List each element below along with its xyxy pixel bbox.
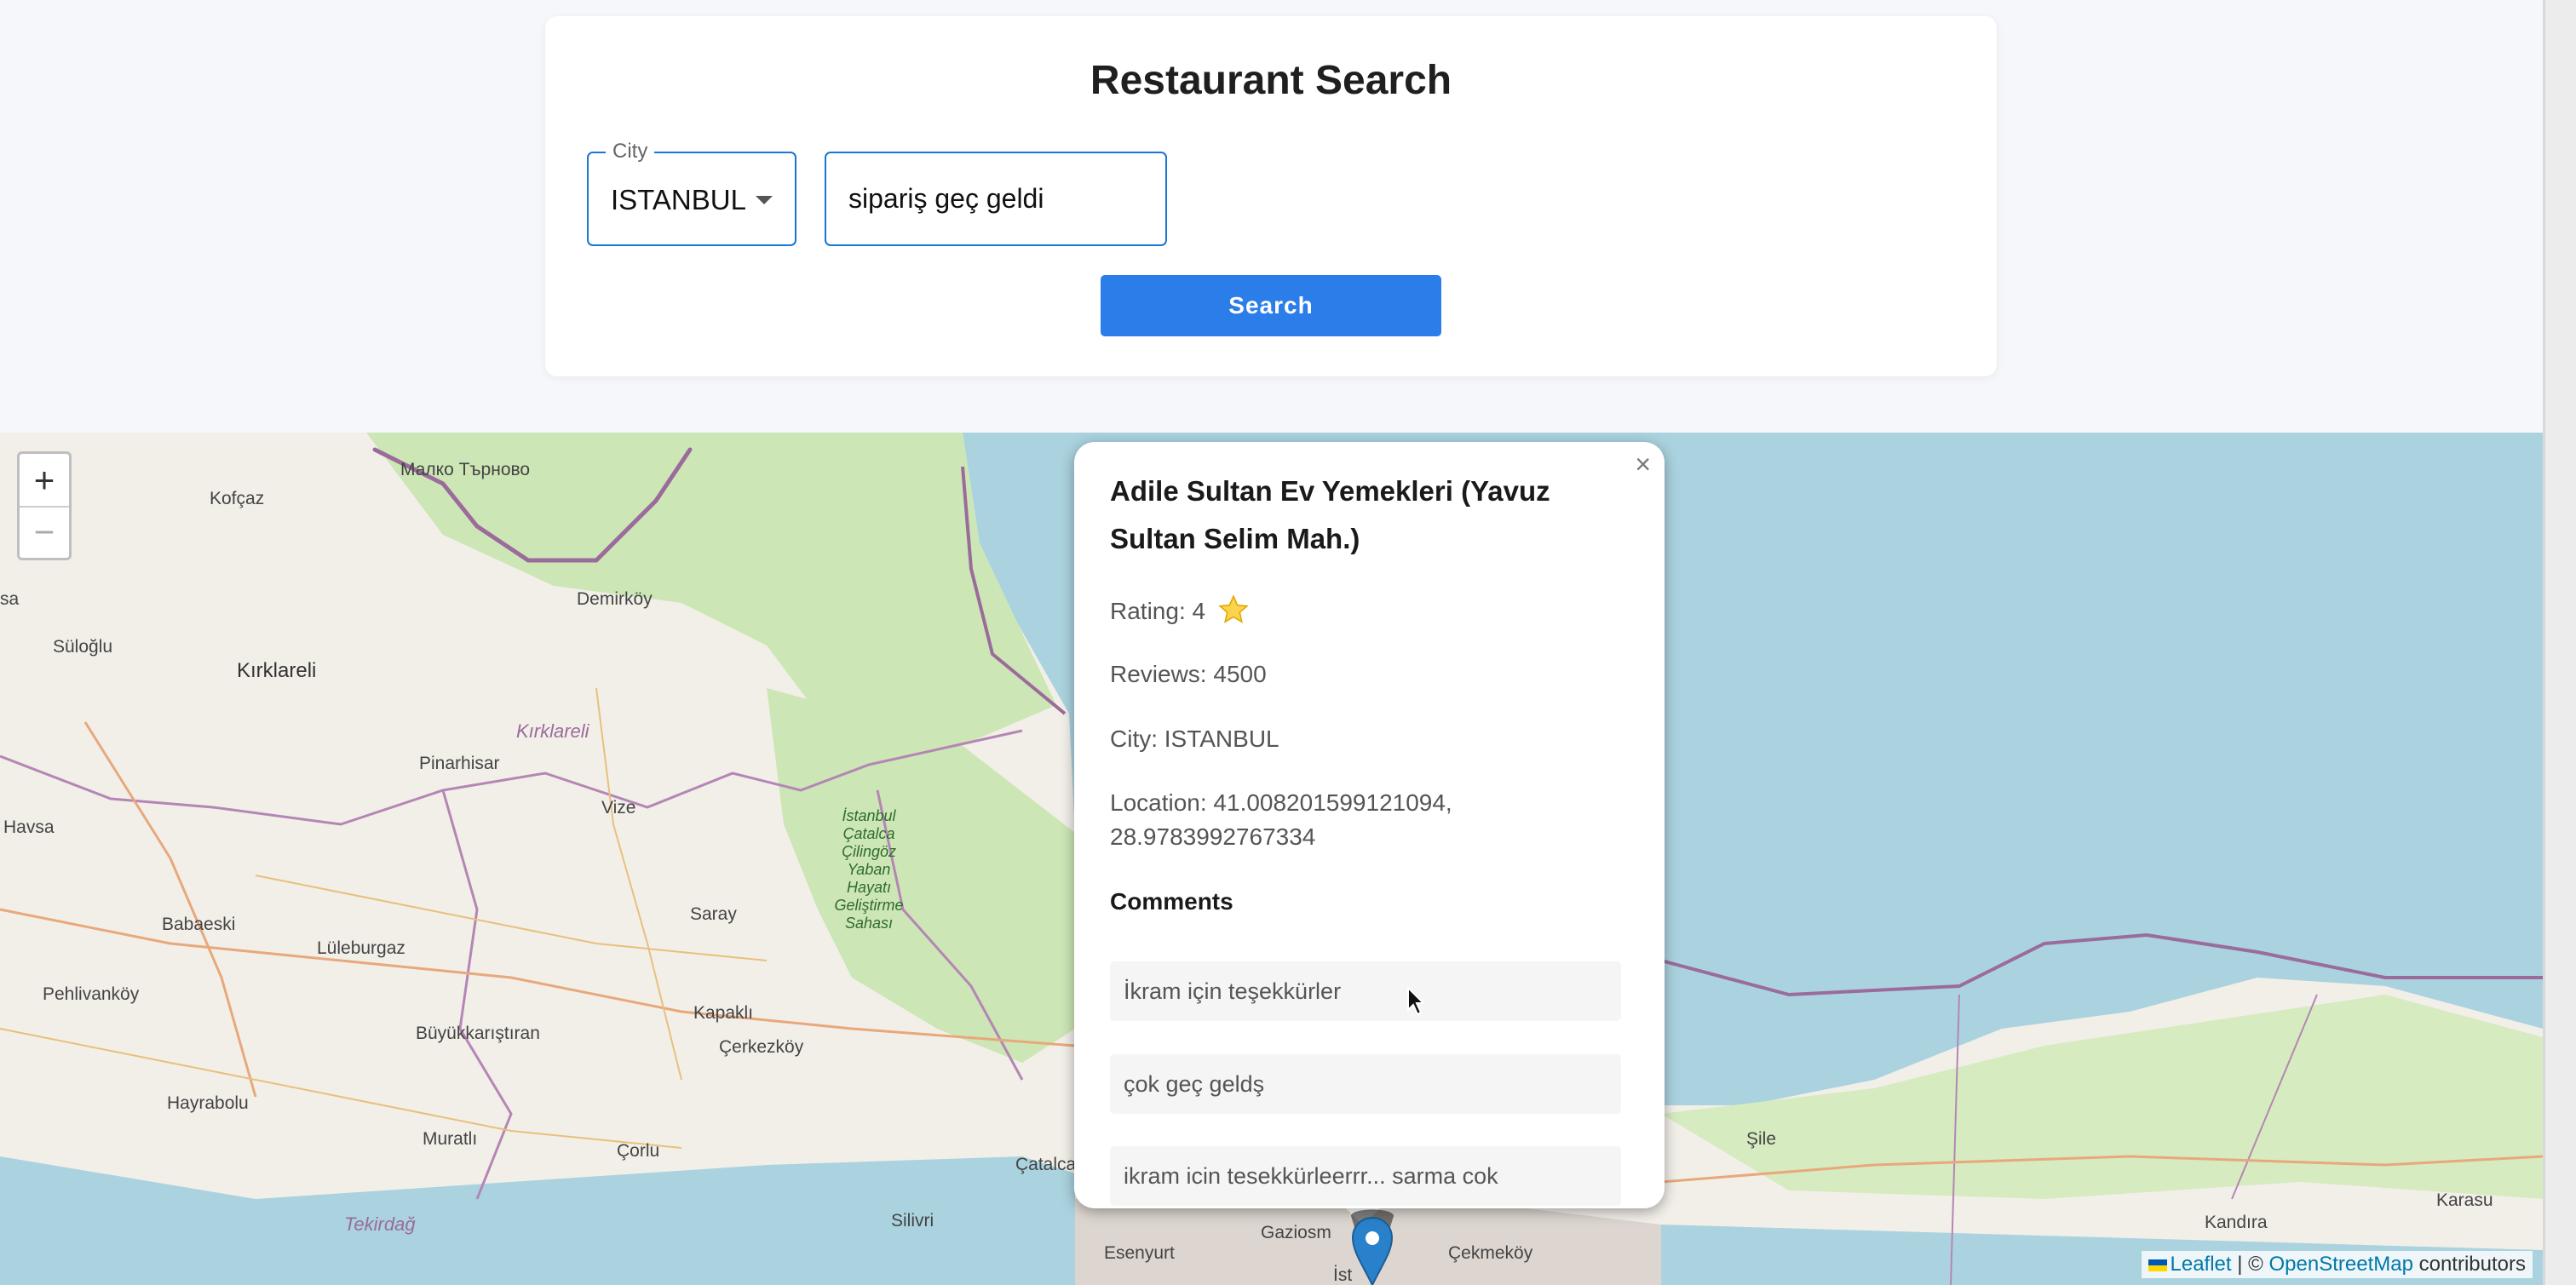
map-label: Şile bbox=[1746, 1129, 1777, 1149]
map-label: Çekmeköy bbox=[1448, 1243, 1533, 1263]
reviews-field: Reviews: 4500 bbox=[1110, 661, 1267, 687]
comment-item: ikram icin tesekkürleerrr... sarma cok bbox=[1110, 1146, 1621, 1206]
city-select-value: ISTANBUL bbox=[611, 184, 746, 215]
comment-item: İkram için teşekkürler bbox=[1110, 961, 1621, 1021]
zoom-in-button[interactable]: + bbox=[20, 454, 69, 508]
map-marker-icon[interactable] bbox=[1334, 1208, 1411, 1285]
city-select[interactable]: City ISTANBUL bbox=[587, 140, 796, 246]
map-label: Gaziosm bbox=[1261, 1223, 1331, 1242]
leaflet-link[interactable]: Leaflet bbox=[2171, 1253, 2232, 1276]
map-label: Esenyurt bbox=[1104, 1243, 1175, 1263]
restaurant-popup: × Adile Sultan Ev Yemekleri (Yavuz Sulta… bbox=[1074, 442, 1665, 1208]
rating-field: Rating: 4 bbox=[1110, 594, 1250, 626]
map-label: Lüleburgaz bbox=[317, 938, 405, 958]
comments-heading: Comments bbox=[1110, 888, 1233, 915]
window-edge bbox=[2543, 0, 2576, 1285]
map-label: Kofçaz bbox=[210, 489, 265, 508]
mouse-cursor-icon bbox=[1407, 986, 1426, 1016]
map-label: Demirköy bbox=[577, 589, 653, 609]
map-label: Babaeski bbox=[162, 915, 236, 934]
search-button[interactable]: Search bbox=[1101, 275, 1441, 336]
star-icon bbox=[1218, 594, 1249, 623]
osm-link[interactable]: OpenStreetMap bbox=[2269, 1253, 2413, 1276]
restaurant-name: Adile Sultan Ev Yemekleri (Yavuz Sultan … bbox=[1110, 475, 1550, 554]
attribution-contributors: contributors bbox=[2412, 1253, 2526, 1276]
map-label: Kapaklı bbox=[693, 1003, 754, 1023]
map-label: Çatalca bbox=[1015, 1155, 1077, 1174]
map-label: Çorlu bbox=[617, 1141, 660, 1161]
map-label: İstanbul Çatalca Çilingöz Yaban Hayatı G… bbox=[834, 807, 904, 932]
comment-item: çok geç geldş bbox=[1110, 1054, 1621, 1114]
rating-text: Rating: 4 bbox=[1110, 598, 1206, 624]
map-label: Kandıra bbox=[2205, 1213, 2268, 1232]
map-label: Hayrabolu bbox=[167, 1093, 249, 1113]
map-label: Silivri bbox=[891, 1211, 934, 1231]
city-select-label: City bbox=[606, 140, 655, 163]
map-label: Tekirdağ bbox=[344, 1213, 416, 1235]
map-label: sa bbox=[0, 589, 20, 609]
zoom-out-button[interactable]: − bbox=[20, 506, 69, 558]
city-field: City: ISTANBUL bbox=[1110, 726, 1279, 752]
close-icon[interactable]: × bbox=[1635, 450, 1651, 478]
map-label: Pehlivanköy bbox=[43, 984, 140, 1004]
map-label: Vize bbox=[601, 798, 636, 817]
map-label: Süloğlu bbox=[53, 637, 113, 657]
map-label: Muratlı bbox=[423, 1129, 478, 1149]
map-label: Kırklareli bbox=[516, 720, 589, 742]
zoom-control: + − bbox=[17, 451, 72, 560]
map-label: Büyükkarıştıran bbox=[416, 1024, 540, 1043]
location-field: Location: 41.008201599121094, 28.9783992… bbox=[1110, 789, 1452, 850]
ukraine-flag-icon bbox=[2148, 1259, 2167, 1271]
map-label: Çerkezköy bbox=[719, 1037, 804, 1057]
map-label: Малко Търново bbox=[400, 460, 531, 479]
search-input[interactable] bbox=[825, 152, 1167, 246]
map-label: Kırklareli bbox=[237, 659, 317, 682]
attribution-separator: | © bbox=[2231, 1253, 2269, 1276]
map-label: Pinarhisar bbox=[419, 754, 500, 773]
map-label: Havsa bbox=[3, 817, 55, 837]
map-attribution: Leaflet | © OpenStreetMap contributors bbox=[2141, 1251, 2533, 1278]
search-card: Restaurant Search City ISTANBUL Search bbox=[545, 16, 1997, 376]
chevron-down-icon bbox=[756, 196, 773, 204]
map-label: Karasu bbox=[2436, 1190, 2493, 1210]
map-label: Saray bbox=[690, 904, 737, 924]
page-title: Restaurant Search bbox=[1090, 58, 1452, 103]
